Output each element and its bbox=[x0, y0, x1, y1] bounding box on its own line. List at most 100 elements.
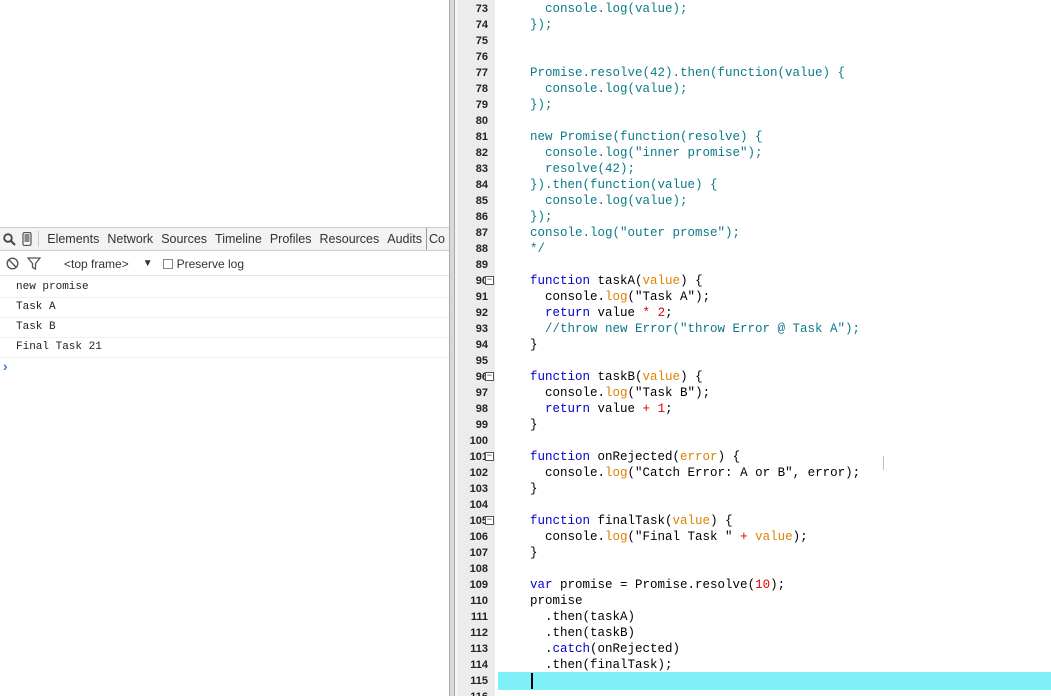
line-number: 102 bbox=[469, 467, 488, 479]
code-line[interactable]: 94 } bbox=[455, 337, 1051, 353]
code-line[interactable]: 93 //throw new Error("throw Error @ Task… bbox=[455, 321, 1051, 337]
device-mode-icon[interactable] bbox=[18, 228, 36, 250]
code-line[interactable]: 85 console.log(value); bbox=[455, 193, 1051, 209]
code-line[interactable]: 112 .then(taskB) bbox=[455, 625, 1051, 641]
code-line[interactable]: 84 }).then(function(value) { bbox=[455, 177, 1051, 193]
line-number: 106 bbox=[469, 531, 488, 543]
code-line[interactable]: 91 console.log("Task A"); bbox=[455, 289, 1051, 305]
code-editor[interactable]: 73 console.log(value); 74 }); 75 76 77 Promi… bbox=[455, 0, 1051, 696]
code-line[interactable]: 80 bbox=[455, 113, 1051, 129]
code-line[interactable]: 77 Promise.resolve(42).then(function(val… bbox=[455, 65, 1051, 81]
code-text: console.log("Final Task " + value); bbox=[515, 530, 808, 544]
code-line[interactable]: 100 bbox=[455, 433, 1051, 449]
code-line[interactable]: 102 console.log("Catch Error: A or B", e… bbox=[455, 465, 1051, 481]
tab-elements[interactable]: Elements bbox=[43, 228, 103, 250]
code-line[interactable]: 104 bbox=[455, 497, 1051, 513]
clear-console-icon[interactable] bbox=[2, 254, 22, 274]
console-prompt[interactable]: › bbox=[0, 358, 449, 377]
tab-timeline[interactable]: Timeline bbox=[211, 228, 266, 250]
code-line[interactable]: 111 .then(taskA) bbox=[455, 609, 1051, 625]
code-text: Promise.resolve(42).then(function(value)… bbox=[515, 66, 846, 80]
line-number: 100 bbox=[469, 435, 488, 447]
code-text: }).then(function(value) { bbox=[515, 178, 718, 192]
code-text: .then(taskB) bbox=[515, 626, 636, 640]
tab-profiles[interactable]: Profiles bbox=[266, 228, 316, 250]
tab-resources[interactable]: Resources bbox=[316, 228, 384, 250]
code-line[interactable]: 107 } bbox=[455, 545, 1051, 561]
code-line[interactable]: 90− function taskA(value) { bbox=[455, 273, 1051, 289]
devtools-toolbar: Elements Network Sources Timeline Profil… bbox=[0, 227, 449, 251]
mouse-ibeam-cursor bbox=[883, 456, 884, 470]
line-number: 113 bbox=[470, 643, 488, 655]
code-text: console.log(value); bbox=[515, 194, 688, 208]
code-line[interactable]: 96− function taskB(value) { bbox=[455, 369, 1051, 385]
code-line[interactable]: 73 console.log(value); bbox=[455, 1, 1051, 17]
chevron-down-icon[interactable]: ▼ bbox=[143, 258, 153, 269]
fold-toggle-icon[interactable]: − bbox=[485, 516, 494, 525]
fold-toggle-icon[interactable]: − bbox=[485, 276, 494, 285]
code-line[interactable]: 99 } bbox=[455, 417, 1051, 433]
code-line[interactable]: 108 bbox=[455, 561, 1051, 577]
code-text: new Promise(function(resolve) { bbox=[515, 130, 763, 144]
code-line[interactable]: 106 console.log("Final Task " + value); bbox=[455, 529, 1051, 545]
line-number: 101 bbox=[469, 451, 488, 463]
tab-audits[interactable]: Audits bbox=[383, 228, 426, 250]
code-line[interactable]: 78 console.log(value); bbox=[455, 81, 1051, 97]
code-text: promise bbox=[515, 594, 583, 608]
text-caret bbox=[531, 673, 533, 689]
code-line[interactable]: 89 bbox=[455, 257, 1051, 273]
code-line[interactable]: 87 console.log("outer promse"); bbox=[455, 225, 1051, 241]
code-line[interactable]: 109 var promise = Promise.resolve(10); bbox=[455, 577, 1051, 593]
line-number: 73 bbox=[475, 3, 488, 15]
code-text: return value * 2; bbox=[545, 306, 673, 320]
code-line[interactable]: 110 promise bbox=[455, 593, 1051, 609]
tab-network[interactable]: Network bbox=[103, 228, 157, 250]
search-icon[interactable] bbox=[0, 228, 18, 250]
code-line[interactable]: 116 bbox=[455, 689, 1051, 696]
line-number: 90 bbox=[475, 275, 488, 287]
code-text: function taskA(value) { bbox=[530, 274, 703, 288]
line-number: 104 bbox=[469, 499, 488, 511]
console-message: new promise bbox=[0, 278, 449, 298]
code-text: function onRejected(error) { bbox=[530, 450, 741, 464]
code-line[interactable]: 92 return value * 2; bbox=[455, 305, 1051, 321]
preserve-log-checkbox[interactable] bbox=[162, 258, 173, 269]
code-line[interactable]: 74 }); bbox=[455, 17, 1051, 33]
code-line[interactable]: 114 .then(finalTask); bbox=[455, 657, 1051, 673]
code-line[interactable]: 79 }); bbox=[455, 97, 1051, 113]
code-line[interactable]: 86 }); bbox=[455, 209, 1051, 225]
fold-toggle-icon[interactable]: − bbox=[485, 372, 494, 381]
code-line[interactable]: 115 bbox=[455, 673, 1051, 689]
console-messages: new promise Task A Task B Final Task 21 … bbox=[0, 278, 449, 377]
code-line[interactable]: 82 console.log("inner promise"); bbox=[455, 145, 1051, 161]
code-text: var promise = Promise.resolve(10); bbox=[530, 578, 786, 592]
code-line[interactable]: 95 bbox=[455, 353, 1051, 369]
code-line[interactable]: 76 bbox=[455, 49, 1051, 65]
tab-console[interactable]: Co bbox=[426, 228, 449, 250]
code-line[interactable]: 81 new Promise(function(resolve) { bbox=[455, 129, 1051, 145]
line-number: 89 bbox=[475, 259, 488, 271]
line-number: 116 bbox=[460, 689, 488, 696]
code-line[interactable]: 88 */ bbox=[455, 241, 1051, 257]
code-text: }); bbox=[515, 210, 553, 224]
code-line[interactable]: 97 console.log("Task B"); bbox=[455, 385, 1051, 401]
code-line[interactable]: 83 resolve(42); bbox=[455, 161, 1051, 177]
line-number: 91 bbox=[475, 291, 488, 303]
code-line[interactable]: 105− function finalTask(value) { bbox=[455, 513, 1051, 529]
line-number: 111 bbox=[470, 611, 488, 623]
code-line[interactable]: 75 bbox=[455, 33, 1051, 49]
code-line[interactable]: 113 .catch(onRejected) bbox=[455, 641, 1051, 657]
fold-toggle-icon[interactable]: − bbox=[485, 452, 494, 461]
code-line[interactable]: 98 return value + 1; bbox=[455, 401, 1051, 417]
line-number: 94 bbox=[475, 339, 488, 351]
filter-icon[interactable] bbox=[24, 254, 44, 274]
code-text: //throw new Error("throw Error @ Task A"… bbox=[515, 322, 861, 336]
code-line[interactable]: 103 } bbox=[455, 481, 1051, 497]
tab-sources[interactable]: Sources bbox=[157, 228, 211, 250]
code-line[interactable]: 101− function onRejected(error) { bbox=[455, 449, 1051, 465]
frame-selector[interactable]: <top frame> bbox=[64, 257, 129, 271]
line-number: 77 bbox=[475, 67, 488, 79]
line-number: 96 bbox=[475, 371, 488, 383]
console-message: Final Task 21 bbox=[0, 338, 449, 358]
code-text: resolve(42); bbox=[515, 162, 636, 176]
